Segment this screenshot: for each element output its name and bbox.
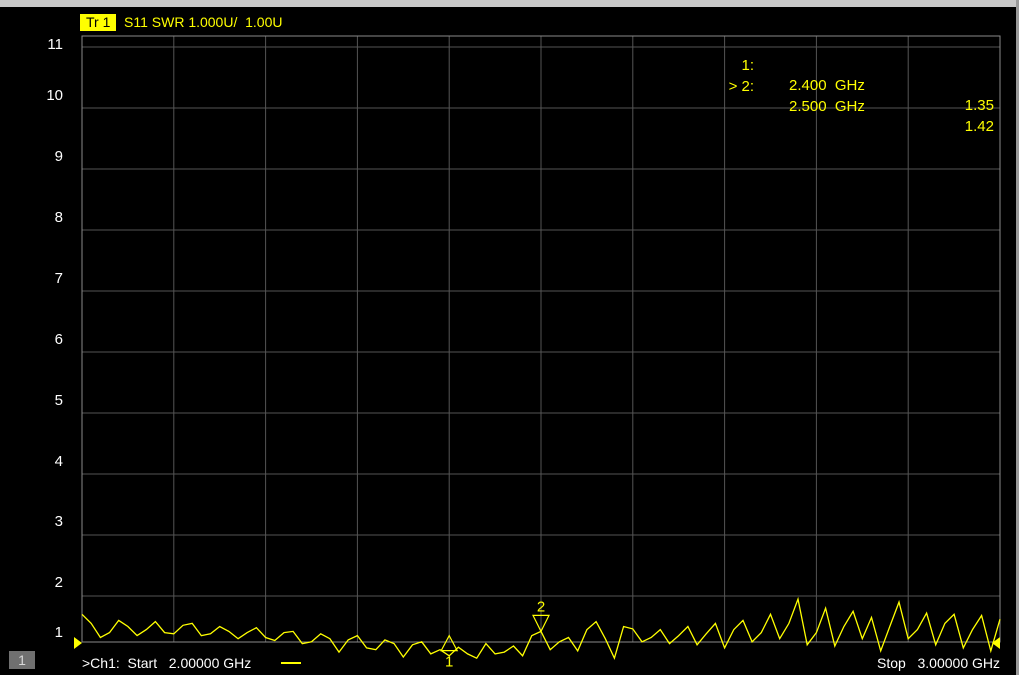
- channel-badge[interactable]: 1: [9, 651, 35, 669]
- marker-readout-row[interactable]: 1: 2.400 GHz 1.35: [0, 36, 1019, 114]
- stop-frequency-label[interactable]: Stop 3.00000 GHz: [877, 655, 1000, 671]
- marker-value: 1.42: [964, 118, 994, 135]
- marker-readout-row[interactable]: > 2: 2.500 GHz 1.42: [0, 57, 1019, 135]
- marker-label: 2: [537, 598, 545, 615]
- marker-id: > 2:: [728, 78, 754, 95]
- marker-label: 1: [445, 654, 453, 671]
- plot-grid: [82, 36, 1000, 642]
- trace-legend-line: [281, 662, 301, 664]
- marker-frequency: 2.400 GHz: [789, 77, 865, 94]
- right-scale-arrow-icon: [992, 637, 1000, 649]
- left-scale-arrow-icon: [74, 637, 82, 649]
- swr-plot[interactable]: 12: [0, 0, 1019, 675]
- marker-frequency: 2.500 GHz: [789, 98, 865, 115]
- marker-value: 1.35: [964, 97, 994, 114]
- start-frequency-label[interactable]: >Ch1: Start 2.00000 GHz: [82, 655, 251, 671]
